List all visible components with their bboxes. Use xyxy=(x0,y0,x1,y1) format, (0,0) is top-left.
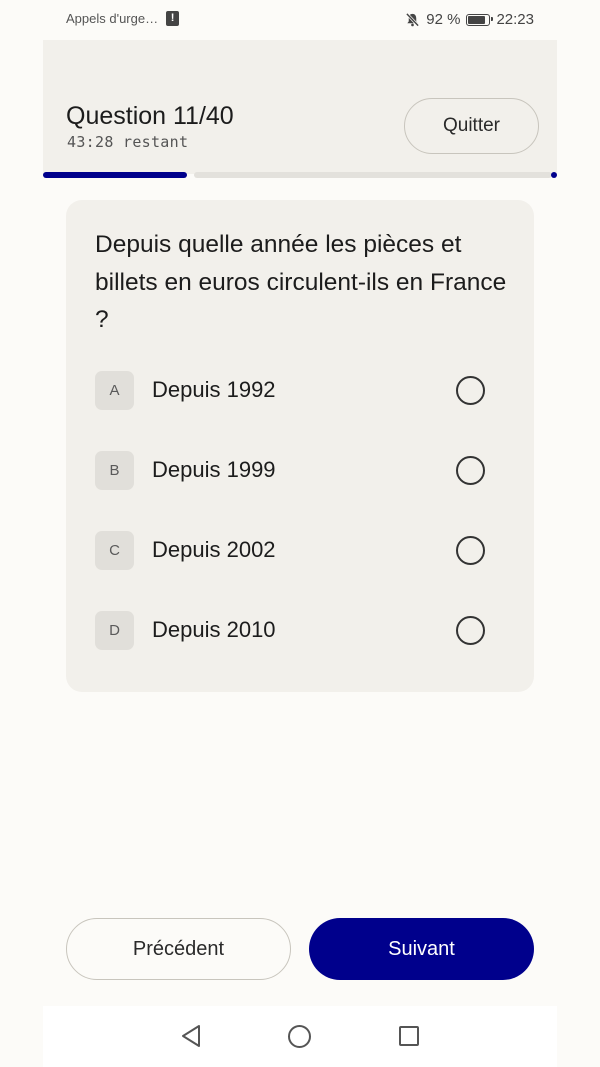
quiz-header: Question 11/40 43:28 restant Quitter xyxy=(43,40,557,174)
option-c[interactable]: C Depuis 2002 xyxy=(95,530,505,572)
question-counter: Question 11/40 xyxy=(66,102,234,130)
option-letter: A xyxy=(95,371,134,410)
status-left: Appels d'urge… ! xyxy=(66,11,180,26)
time-remaining: 43:28 restant xyxy=(67,133,189,151)
option-label: Depuis 1999 xyxy=(152,457,276,482)
option-a[interactable]: A Depuis 1992 xyxy=(95,370,505,412)
recent-apps-icon[interactable] xyxy=(399,1026,419,1046)
option-letter: D xyxy=(95,611,134,650)
progress-track xyxy=(194,172,552,178)
clock: 22:23 xyxy=(496,11,534,28)
status-bar: Appels d'urge… ! 92 % 22:23 xyxy=(0,0,600,40)
progress-end-dot xyxy=(551,172,557,178)
battery-icon xyxy=(466,13,494,26)
option-label: Depuis 1992 xyxy=(152,377,276,402)
back-icon[interactable] xyxy=(180,1024,202,1048)
previous-button[interactable]: Précédent xyxy=(66,918,291,980)
option-letter: C xyxy=(95,531,134,570)
carrier-text: Appels d'urge… xyxy=(66,11,159,26)
radio-button[interactable] xyxy=(456,616,485,645)
option-b[interactable]: B Depuis 1999 xyxy=(95,450,505,492)
option-label: Depuis 2010 xyxy=(152,617,276,642)
radio-button[interactable] xyxy=(456,456,485,485)
bell-muted-icon xyxy=(406,12,420,27)
radio-button[interactable] xyxy=(456,376,485,405)
question-card: Depuis quelle année les pièces et billet… xyxy=(66,200,534,692)
option-d[interactable]: D Depuis 2010 xyxy=(95,610,505,652)
question-text: Depuis quelle année les pièces et billet… xyxy=(95,231,507,333)
progress-bar xyxy=(43,172,557,178)
system-nav-bar xyxy=(43,1006,557,1067)
status-right: 92 % 22:23 xyxy=(405,11,534,28)
option-label: Depuis 2002 xyxy=(152,537,276,562)
progress-fill xyxy=(43,172,187,178)
home-icon[interactable] xyxy=(288,1025,311,1048)
alert-icon: ! xyxy=(166,11,180,26)
radio-button[interactable] xyxy=(456,536,485,565)
next-button[interactable]: Suivant xyxy=(309,918,534,980)
quit-button[interactable]: Quitter xyxy=(404,98,539,154)
battery-percent: 92 % xyxy=(426,11,461,28)
option-letter: B xyxy=(95,451,134,490)
